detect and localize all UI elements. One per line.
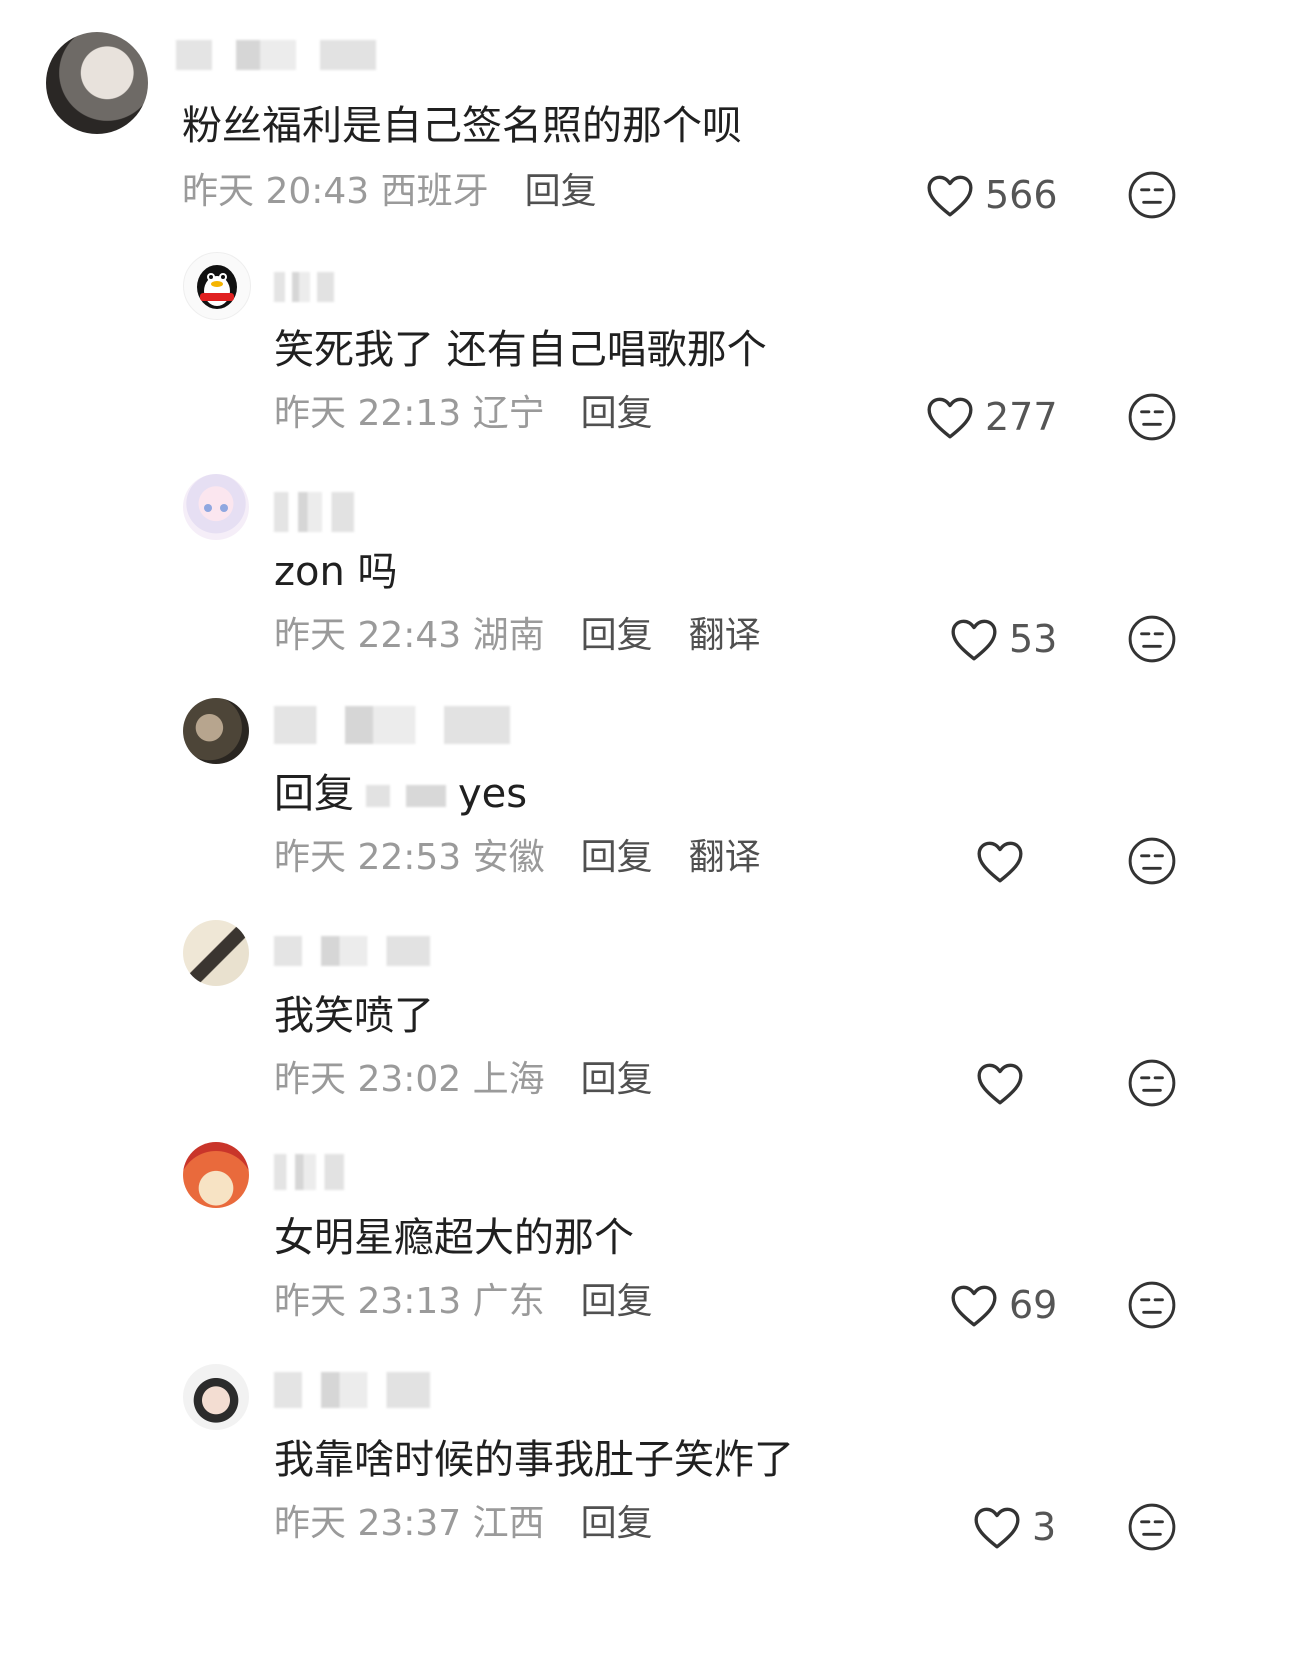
- username-blurred[interactable]: [176, 40, 376, 70]
- heart-outline-icon: [927, 397, 973, 439]
- like-button[interactable]: [975, 836, 1035, 886]
- like-count: 566: [985, 173, 1058, 217]
- comment-text: zon 吗: [274, 549, 398, 595]
- translate-button[interactable]: 翻译: [689, 837, 761, 878]
- reply-prefix: 回复: [274, 771, 354, 817]
- reply-button[interactable]: 回复: [581, 1059, 653, 1100]
- heart-outline-icon: [974, 1507, 1020, 1549]
- timestamp-location: 昨天 22:53 安徽: [274, 837, 545, 878]
- like-button[interactable]: [975, 1058, 1035, 1108]
- reply-button[interactable]: 回复: [581, 1503, 653, 1544]
- like-button[interactable]: 69: [949, 1280, 1057, 1330]
- timestamp-location: 昨天 22:43 湖南: [274, 615, 545, 656]
- reply-item: 我笑喷了 昨天 23:02 上海 回复: [0, 896, 1290, 1118]
- username-blurred[interactable]: [274, 1154, 344, 1190]
- reply-button[interactable]: 回复: [581, 393, 653, 434]
- comment-meta: 昨天 23:02 上海 回复: [274, 1058, 653, 1102]
- avatar[interactable]: [183, 1142, 249, 1208]
- avatar[interactable]: [183, 474, 249, 540]
- like-button[interactable]: 566: [925, 170, 1058, 220]
- avatar[interactable]: [183, 698, 249, 764]
- timestamp-location: 昨天 22:13 辽宁: [274, 393, 545, 434]
- mention-blurred[interactable]: [366, 785, 446, 807]
- neutral-face-icon[interactable]: [1127, 392, 1177, 442]
- like-count: 53: [1009, 617, 1058, 661]
- comment-item: 粉丝福利是自己签名照的那个呗 昨天 20:43 西班牙 回复 566: [0, 0, 1290, 230]
- reply-button[interactable]: 回复: [581, 1281, 653, 1322]
- reply-button[interactable]: 回复: [525, 171, 597, 212]
- comment-meta: 昨天 22:13 辽宁 回复: [274, 392, 653, 436]
- comment-text: 粉丝福利是自己签名照的那个呗: [182, 103, 742, 149]
- reply-item: 女明星瘾超大的那个 昨天 23:13 广东 回复 69: [0, 1118, 1290, 1340]
- neutral-face-icon[interactable]: [1127, 1280, 1177, 1330]
- timestamp-location: 昨天 23:37 江西: [274, 1503, 545, 1544]
- reply-item: 笑死我了 还有自己唱歌那个 昨天 22:13 辽宁 回复 277: [0, 230, 1290, 452]
- comment-meta: 昨天 22:43 湖南 回复 翻译: [274, 614, 761, 658]
- timestamp-location: 昨天 23:13 广东: [274, 1281, 545, 1322]
- like-count: 3: [1032, 1505, 1057, 1549]
- comment-meta: 昨天 22:53 安徽 回复 翻译: [274, 836, 761, 880]
- anime-girl-icon: [204, 504, 228, 512]
- reply-item: 回复 yes 昨天 22:53 安徽 回复 翻译: [0, 674, 1290, 896]
- timestamp-location: 昨天 23:02 上海: [274, 1059, 545, 1100]
- username-blurred[interactable]: [274, 272, 334, 302]
- neutral-face-icon[interactable]: [1127, 170, 1177, 220]
- comment-text: 我靠啥时候的事我肚子笑炸了: [274, 1437, 794, 1483]
- reply-item: 我靠啥时候的事我肚子笑炸了 昨天 23:37 江西 回复 3: [0, 1340, 1290, 1654]
- comment-meta: 昨天 23:37 江西 回复: [274, 1502, 653, 1546]
- username-blurred[interactable]: [274, 492, 354, 532]
- comment-text: 笑死我了 还有自己唱歌那个: [274, 327, 767, 373]
- timestamp-location: 昨天 20:43 西班牙: [182, 171, 489, 212]
- avatar[interactable]: [183, 252, 251, 320]
- heart-outline-icon: [977, 841, 1023, 883]
- like-count: 69: [1009, 1283, 1058, 1327]
- reply-text: yes: [458, 771, 528, 817]
- comment-meta: 昨天 20:43 西班牙 回复: [182, 170, 597, 214]
- avatar[interactable]: [183, 920, 249, 986]
- heart-outline-icon: [977, 1063, 1023, 1105]
- like-count: 277: [985, 395, 1058, 439]
- reply-item: zon 吗 昨天 22:43 湖南 回复 翻译 53: [0, 452, 1290, 674]
- reply-button[interactable]: 回复: [581, 615, 653, 656]
- username-blurred[interactable]: [274, 706, 510, 744]
- penguin-icon: [197, 265, 237, 309]
- neutral-face-icon[interactable]: [1127, 1058, 1177, 1108]
- like-button[interactable]: 53: [949, 614, 1057, 664]
- translate-button[interactable]: 翻译: [689, 615, 761, 656]
- comment-meta: 昨天 23:13 广东 回复: [274, 1280, 653, 1324]
- reply-button[interactable]: 回复: [581, 837, 653, 878]
- comment-text: 女明星瘾超大的那个: [274, 1215, 634, 1261]
- username-blurred[interactable]: [274, 1372, 430, 1408]
- like-button[interactable]: 277: [925, 392, 1058, 442]
- heart-outline-icon: [927, 175, 973, 217]
- comment-text: 回复 yes: [274, 768, 527, 820]
- comment-text: 我笑喷了: [274, 993, 434, 1039]
- username-blurred[interactable]: [274, 936, 430, 966]
- neutral-face-icon[interactable]: [1127, 614, 1177, 664]
- neutral-face-icon[interactable]: [1127, 836, 1177, 886]
- avatar[interactable]: [183, 1364, 249, 1430]
- heart-outline-icon: [951, 1285, 997, 1327]
- neutral-face-icon[interactable]: [1127, 1502, 1177, 1552]
- avatar[interactable]: [46, 32, 148, 134]
- heart-outline-icon: [951, 619, 997, 661]
- like-button[interactable]: 3: [972, 1502, 1056, 1552]
